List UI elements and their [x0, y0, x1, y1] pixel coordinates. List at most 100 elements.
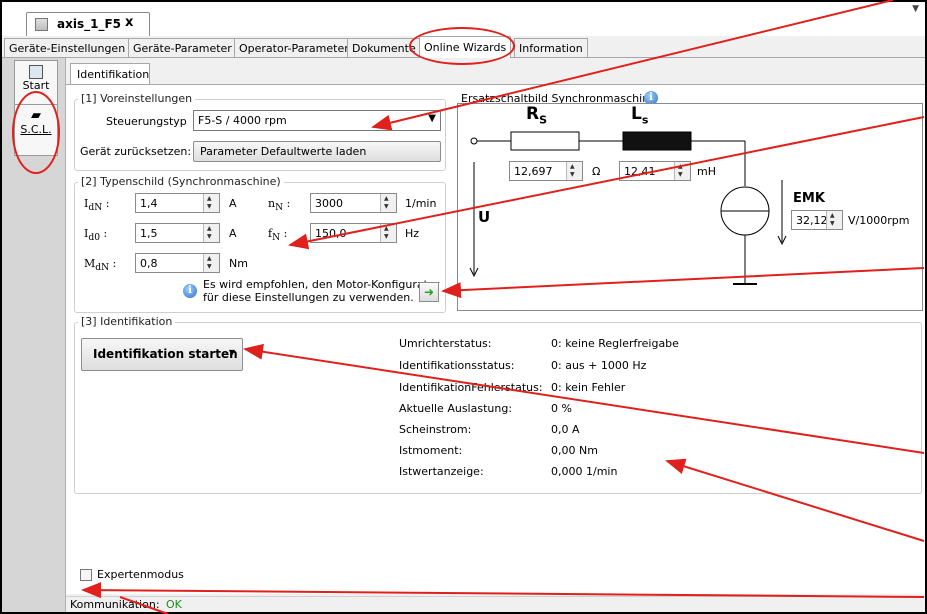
ls-unit: mH — [697, 165, 716, 178]
info-icon: i — [183, 284, 197, 298]
rs-subscript: S — [539, 113, 548, 127]
ls-subscript: s — [641, 113, 649, 127]
nn-value: 3000 — [315, 197, 343, 210]
status-label: Istwertanzeige: — [399, 465, 484, 478]
fn-separator: : — [283, 227, 288, 240]
mdn-separator: : — [112, 257, 117, 270]
status-value: 0,0 A — [551, 423, 580, 436]
rs-spinbox[interactable]: 12,697 ▲ ▼ — [509, 161, 583, 181]
rs-unit: Ω — [592, 165, 601, 178]
id0-spinbox[interactable]: 1,5 ▲ ▼ — [135, 223, 220, 243]
spin-buttons[interactable]: ▲ ▼ — [203, 224, 219, 242]
spin-buttons[interactable]: ▲ ▼ — [203, 194, 219, 212]
tab-information[interactable]: Information — [514, 38, 588, 57]
fn-label: fN : — [268, 227, 287, 243]
document-tab[interactable]: axis_1_F5 x — [26, 12, 150, 36]
status-value: 0 % — [551, 402, 572, 415]
steuerungstyp-select[interactable]: F5-S / 4000 rpm ▼ — [193, 110, 441, 131]
resistor-symbol — [510, 131, 580, 151]
chevron-down-icon: ▼ — [428, 113, 436, 124]
tab-list-dropdown-icon[interactable]: ▼ — [912, 4, 919, 14]
tab-geraete-parameter[interactable]: Geräte-Parameter — [128, 38, 237, 57]
spin-buttons[interactable]: ▲ ▼ — [674, 162, 690, 180]
fn-spinbox[interactable]: 150,0 ▲ ▼ — [310, 223, 397, 243]
idn-spinbox[interactable]: 1,4 ▲ ▼ — [135, 193, 220, 213]
spin-buttons[interactable]: ▲ ▼ — [826, 211, 842, 229]
emk-spinbox[interactable]: 32,12 ▲ ▼ — [791, 210, 843, 230]
motor-konfigurator-arrow-button[interactable]: ➜ — [419, 282, 439, 302]
spin-buttons[interactable]: ▲ ▼ — [380, 224, 396, 242]
tab-label: Operator-Parameter — [239, 42, 349, 55]
idn-separator: : — [105, 197, 110, 210]
mdn-label: MdN : — [84, 257, 116, 273]
tab-label: Information — [519, 42, 583, 55]
steuerungstyp-label: Steuerungstyp — [106, 115, 187, 128]
start-icon — [29, 65, 43, 79]
idn-subscript: dN — [88, 202, 103, 214]
status-value: 0,000 1/min — [551, 465, 618, 478]
parameter-defaultwerte-button[interactable]: Parameter Defaultwerte laden — [193, 141, 441, 162]
identifikation-legend: [3] Identifikation — [78, 315, 176, 328]
ls-label: Ls — [631, 104, 648, 126]
id0-value: 1,5 — [140, 227, 158, 240]
reset-label: Gerät zurücksetzen: — [80, 145, 192, 158]
rs-value: 12,697 — [514, 165, 553, 178]
id0-subscript: d0 — [88, 232, 101, 244]
mdn-value: 0,8 — [140, 257, 158, 270]
status-label: Identifikationsstatus: — [399, 359, 515, 372]
spin-buttons[interactable]: ▲ ▼ — [203, 254, 219, 272]
identifikation-starten-button[interactable]: Identifikation starten ▼ — [81, 338, 243, 371]
status-label: IdentifikationFehlerstatus: — [399, 381, 543, 394]
tab-label: Dokumente — [352, 42, 416, 55]
id0-unit: A — [229, 227, 237, 240]
statusbar: Kommunikation: OK — [66, 596, 925, 612]
nn-label: nN : — [268, 197, 290, 213]
id0-separator: : — [103, 227, 108, 240]
statusbar-value: OK — [166, 598, 182, 611]
status-label: Scheinstrom: — [399, 423, 472, 436]
emk-label: EMK — [793, 191, 825, 206]
hint-line-1: Es wird empfohlen, den Motor-Konfigurato… — [203, 278, 440, 291]
spin-buttons[interactable]: ▲ ▼ — [566, 162, 582, 180]
document-tab-title: axis_1_F5 — [57, 17, 121, 31]
mdn-spinbox[interactable]: 0,8 ▲ ▼ — [135, 253, 220, 273]
fn-value: 150,0 — [315, 227, 347, 240]
fn-unit: Hz — [405, 227, 420, 240]
ls-spinbox[interactable]: 12,41 ▲ ▼ — [619, 161, 691, 181]
nn-unit: 1/min — [405, 197, 437, 210]
status-value: 0: keine Reglerfreigabe — [551, 337, 679, 350]
idn-label: IdN : — [84, 197, 109, 213]
close-icon[interactable]: x — [125, 15, 133, 30]
tab-geraete-einstellungen[interactable]: Geräte-Einstellungen — [4, 38, 131, 57]
spin-buttons[interactable]: ▲ ▼ — [380, 194, 396, 212]
document-icon — [35, 18, 48, 31]
chevron-down-icon: ▼ — [228, 348, 235, 357]
terminal-circle — [470, 137, 478, 145]
expertenmodus-checkbox[interactable] — [80, 569, 92, 581]
ls-value: 12,41 — [624, 165, 656, 178]
ls-symbol: L — [631, 104, 642, 124]
idn-value: 1,4 — [140, 197, 158, 210]
mdn-unit: Nm — [229, 257, 248, 270]
status-label: Aktuelle Auslastung: — [399, 402, 513, 415]
u-label: U — [478, 208, 491, 226]
status-value: 0,00 Nm — [551, 444, 598, 457]
circuit-diagram — [457, 103, 923, 311]
id0-label: Id0 : — [84, 227, 107, 243]
tab-label: Geräte-Einstellungen — [9, 42, 126, 55]
nn-spinbox[interactable]: 3000 ▲ ▼ — [310, 193, 397, 213]
emk-unit: V/1000rpm — [848, 214, 910, 227]
nn-subscript: N — [275, 202, 284, 214]
status-value: 0: aus + 1000 Hz — [551, 359, 647, 372]
status-value: 0: kein Fehler — [551, 381, 626, 394]
annotation-oval-scl — [12, 91, 60, 174]
hint-line-2: für diese Einstellungen zu verwenden. — [203, 291, 414, 304]
status-label: Istmoment: — [399, 444, 463, 457]
tab-identifikation[interactable]: Identifikation — [70, 63, 150, 85]
nn-separator: : — [286, 197, 291, 210]
mdn-symbol: M — [84, 257, 96, 270]
tab-operator-parameter[interactable]: Operator-Parameter — [234, 38, 354, 57]
rs-label: RS — [526, 104, 547, 126]
statusbar-label: Kommunikation: — [70, 598, 160, 611]
idn-unit: A — [229, 197, 237, 210]
